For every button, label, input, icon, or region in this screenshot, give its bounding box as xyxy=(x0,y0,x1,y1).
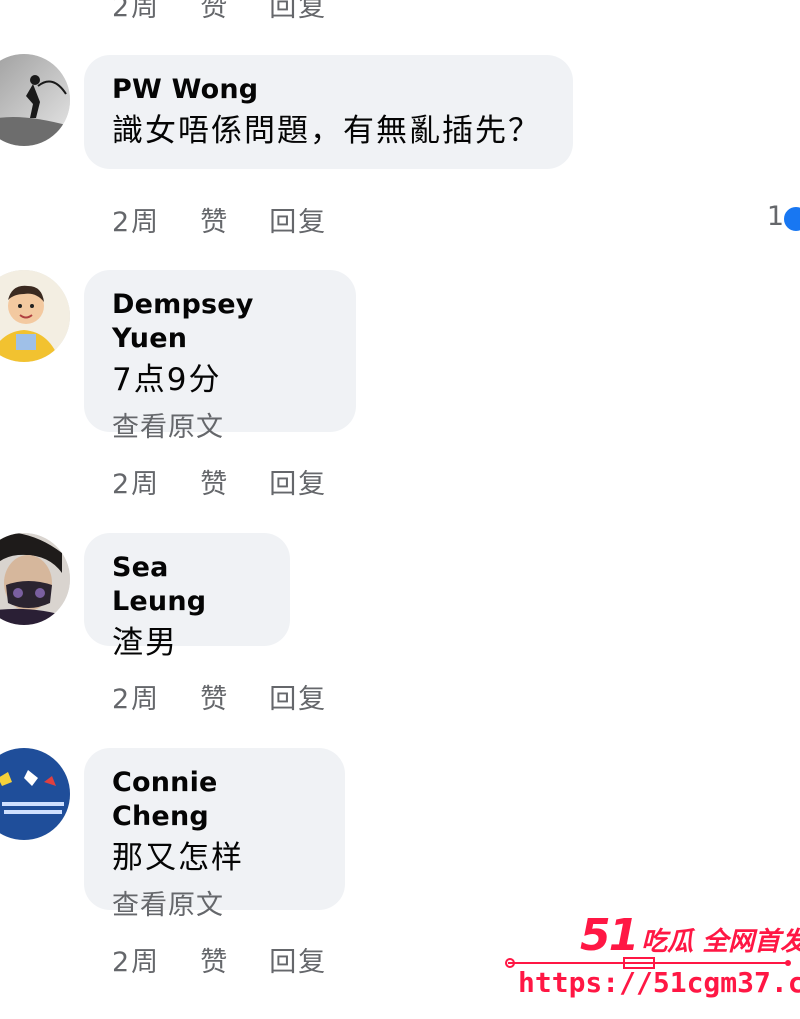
comment-bubble: Dempsey Yuen 7点9分 查看原文 xyxy=(84,270,356,443)
comment-text: 識女唔係問題，有無亂插先？ xyxy=(112,113,541,149)
reply-button[interactable]: 回复 xyxy=(269,677,327,716)
like-button[interactable]: 赞 xyxy=(200,677,229,716)
reply-button[interactable]: 回复 xyxy=(269,462,327,501)
watermark: 51吃瓜 全网首发 https://51cgm37.com xyxy=(500,900,800,1019)
comment-actions: 2周 赞 回复 xyxy=(112,462,367,501)
avatar[interactable] xyxy=(0,748,70,840)
comment-bubble: Connie Cheng 那又怎样 查看原文 xyxy=(84,748,345,921)
comment-author[interactable]: Dempsey Yuen xyxy=(112,288,328,356)
comment-time: 2周 xyxy=(112,0,161,23)
comment-time[interactable]: 2周 xyxy=(112,940,160,979)
comment-author[interactable]: Sea Leung xyxy=(112,551,262,619)
cartoon-boy-avatar xyxy=(0,270,70,362)
comment-actions: 2周 赞 回复 xyxy=(112,940,367,979)
like-button[interactable]: 赞 xyxy=(200,940,229,979)
like-button[interactable]: 赞 xyxy=(200,462,229,501)
watermark-url: https://51cgm37.com xyxy=(518,966,800,999)
avatar[interactable] xyxy=(0,54,70,146)
watermark-brand-number: 51 xyxy=(580,910,639,961)
blue-poster-avatar xyxy=(0,748,70,840)
like-button[interactable]: 赞 xyxy=(200,200,229,239)
see-original-link[interactable]: 查看原文 xyxy=(112,408,328,448)
comment-time[interactable]: 2周 xyxy=(112,677,160,716)
comment-actions-previous: 2周 赞 回复 xyxy=(112,0,367,24)
comment-actions: 2周 赞 回复 xyxy=(112,200,367,239)
reply-button[interactable]: 回复 xyxy=(269,940,327,979)
avatar[interactable] xyxy=(0,533,70,625)
comment-author[interactable]: PW Wong xyxy=(112,73,545,107)
like-button[interactable]: 赞 xyxy=(200,0,229,24)
comment-text: 渣男 xyxy=(112,625,178,661)
comment-text: 那又怎样 xyxy=(112,840,244,876)
avatar[interactable] xyxy=(0,270,70,362)
comment-bubble: Sea Leung 渣男 xyxy=(84,533,290,661)
like-reaction-icon xyxy=(782,205,800,233)
reply-button[interactable]: 回复 xyxy=(269,200,327,239)
comment-author[interactable]: Connie Cheng xyxy=(112,766,317,834)
watermark-brand: 51 吃瓜 全网首发 xyxy=(580,910,800,961)
see-original-link[interactable]: 查看原文 xyxy=(112,886,317,926)
comment-text: 7点9分 xyxy=(112,362,222,398)
reply-button[interactable]: 回复 xyxy=(269,0,327,24)
comment-actions: 2周 赞 回复 xyxy=(112,677,367,716)
comment-time[interactable]: 2周 xyxy=(112,200,160,239)
comment-time[interactable]: 2周 xyxy=(112,462,160,501)
silhouette-fisherman-avatar xyxy=(0,54,70,146)
comment-bubble: PW Wong 識女唔係問題，有無亂插先？ xyxy=(84,55,573,169)
watermark-brand-tag: 吃瓜 全网首发 xyxy=(641,927,800,957)
masked-person-avatar xyxy=(0,533,70,625)
